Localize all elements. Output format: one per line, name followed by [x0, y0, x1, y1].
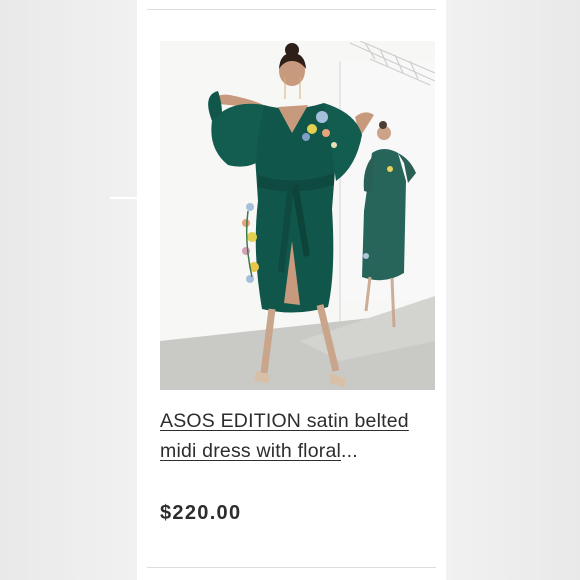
product-title-line2[interactable]: midi dress with floral [160, 440, 341, 462]
product-title-line1[interactable]: ASOS EDITION satin belted [160, 410, 409, 432]
product-title-link[interactable]: ASOS EDITION satin belted midi dress wit… [160, 406, 430, 466]
product-title-ellipsis: ... [341, 440, 358, 462]
top-divider [147, 9, 436, 10]
left-backdrop [0, 0, 160, 580]
bottom-divider [147, 567, 436, 568]
right-backdrop [446, 0, 580, 580]
product-price: $220.00 [160, 502, 242, 524]
product-image[interactable] [160, 41, 435, 390]
product-card: ASOS EDITION satin belted midi dress wit… [137, 0, 446, 580]
